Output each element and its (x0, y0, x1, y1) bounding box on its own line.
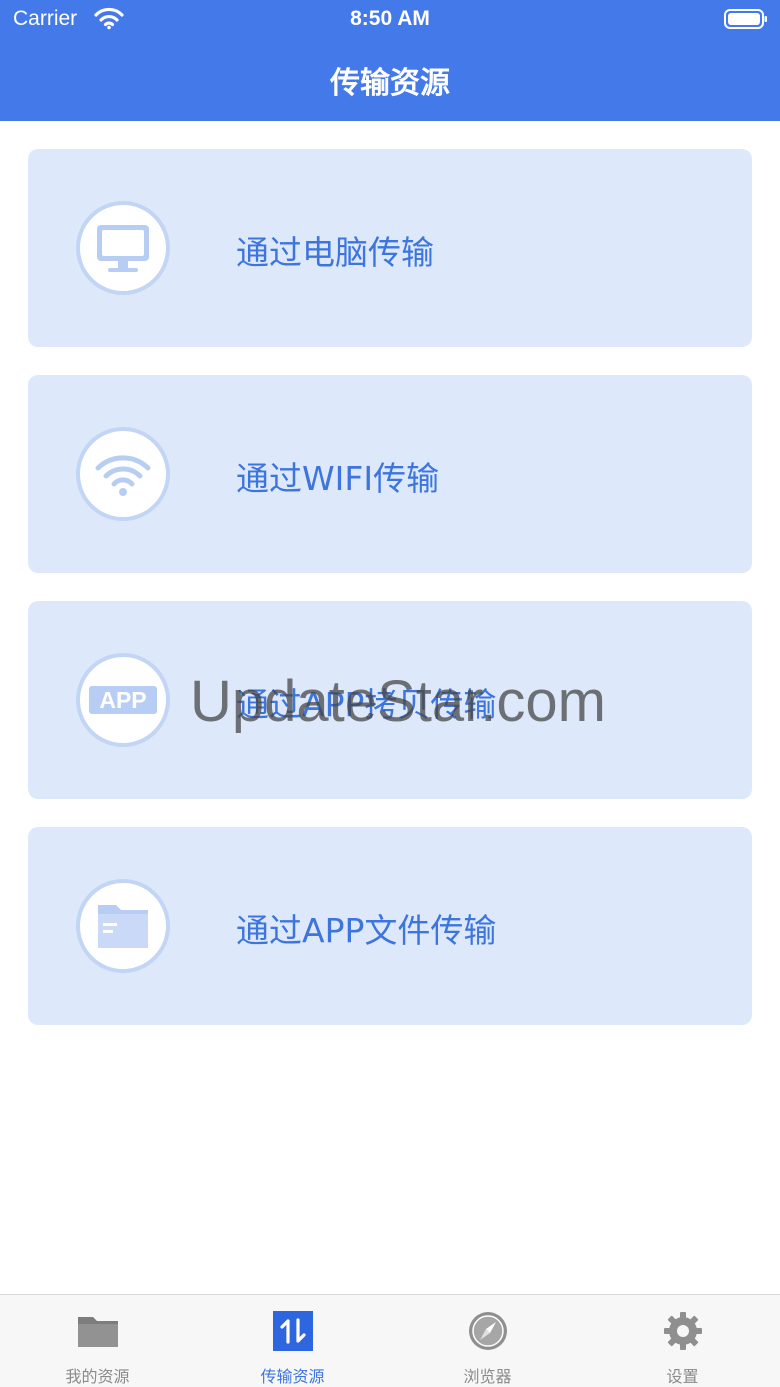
page-title: 传输资源 (330, 66, 450, 101)
tab-label: 设置 (666, 1367, 699, 1386)
transfer-option-computer[interactable]: 通过电脑传输 (28, 149, 752, 347)
gear-icon (664, 1312, 702, 1350)
wifi-icon (95, 455, 151, 496)
icon-circle: APP (76, 653, 170, 747)
transfer-option-wifi[interactable]: 通过WIFI传输 (28, 375, 752, 573)
folder-icon (98, 905, 148, 948)
tab-bar: 我的资源 传输资源 浏览器 设置 (0, 1294, 780, 1387)
folder-tab-icon (78, 1317, 118, 1347)
option-label: 通过APP文件传输 (236, 911, 497, 950)
nav-header: Carrier 8:50 AM 传输资源 (0, 0, 780, 121)
app-icon-text: APP (99, 687, 146, 713)
icon-circle (76, 201, 170, 295)
tab-transfer-resources[interactable]: 传输资源 (195, 1295, 390, 1387)
monitor-icon (97, 225, 149, 272)
app-icon: APP (89, 686, 157, 714)
tab-settings[interactable]: 设置 (585, 1295, 780, 1387)
tab-label: 浏览器 (463, 1367, 512, 1386)
transfer-option-app-copy[interactable]: APP 通过APP拷贝传输 (28, 601, 752, 799)
transfer-option-app-file[interactable]: 通过APP文件传输 (28, 827, 752, 1025)
tab-label: 我的资源 (65, 1367, 130, 1386)
status-bar: Carrier 8:50 AM (0, 0, 780, 40)
battery-icon (724, 9, 767, 29)
compass-icon (469, 1312, 507, 1350)
icon-circle (76, 427, 170, 521)
transfer-icon (273, 1311, 313, 1351)
option-label: 通过电脑传输 (236, 233, 434, 272)
option-label: 通过WIFI传输 (236, 459, 440, 498)
option-label: 通过APP拷贝传输 (236, 685, 497, 724)
tab-my-resources[interactable]: 我的资源 (0, 1295, 195, 1387)
icon-circle (76, 879, 170, 973)
tab-label: 传输资源 (260, 1367, 325, 1386)
tab-browser[interactable]: 浏览器 (390, 1295, 585, 1387)
clock: 8:50 AM (350, 7, 430, 30)
